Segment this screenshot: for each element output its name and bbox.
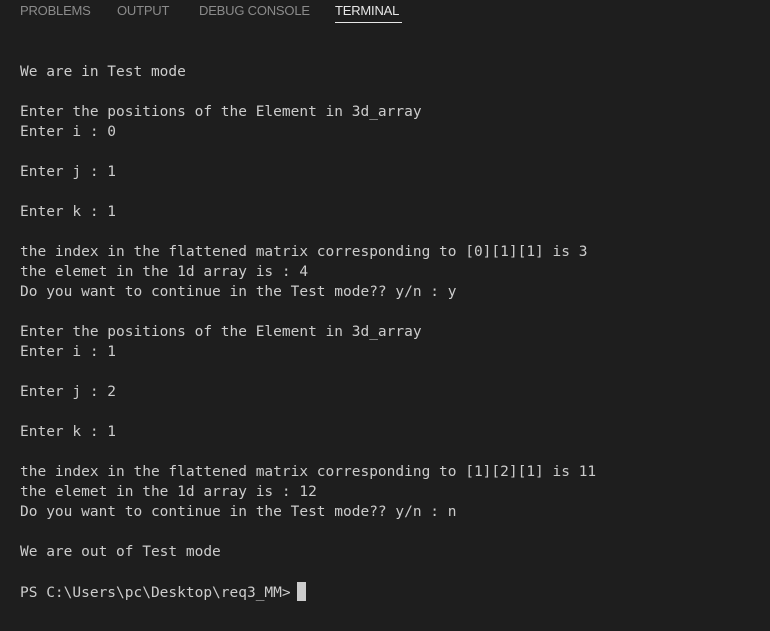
terminal-line: Enter the positions of the Element in 3d… [20,104,422,120]
panel-tab-bar: PROBLEMS OUTPUT DEBUG CONSOLE TERMINAL [0,0,770,30]
terminal-output[interactable]: We are in Test mode Enter the positions … [20,62,760,602]
terminal-line: Enter k : 1 [20,204,117,220]
tab-problems[interactable]: PROBLEMS [20,3,91,18]
terminal-line: We are in Test mode [20,64,186,80]
terminal-line: Do you want to continue in the Test mode… [20,284,457,300]
terminal-line: Enter i : 0 [20,124,117,140]
terminal-line: Enter the positions of the Element in 3d… [20,324,422,340]
terminal-line: Enter i : 1 [20,344,117,360]
terminal-line: Enter k : 1 [20,424,117,440]
terminal-line: the elemet in the 1d array is : 12 [20,484,317,500]
terminal-line: Do you want to continue in the Test mode… [20,504,457,520]
terminal-line: We are out of Test mode [20,544,221,560]
terminal-line: the index in the flattened matrix corres… [20,244,588,260]
terminal-cursor [296,582,306,601]
tab-debug-console[interactable]: DEBUG CONSOLE [199,3,310,18]
terminal-line: Enter j : 2 [20,384,117,400]
terminal-panel: PROBLEMS OUTPUT DEBUG CONSOLE TERMINAL W… [0,0,770,631]
tab-output[interactable]: OUTPUT [117,3,169,18]
terminal-line: the index in the flattened matrix corres… [20,464,597,480]
terminal-prompt-line[interactable]: PS C:\Users\pc\Desktop\req3_MM> [20,582,760,602]
active-tab-indicator [335,22,402,23]
terminal-prompt: PS C:\Users\pc\Desktop\req3_MM> [20,585,291,601]
terminal-line: Enter j : 1 [20,164,117,180]
terminal-line: the elemet in the 1d array is : 4 [20,264,309,280]
tab-terminal[interactable]: TERMINAL [335,3,399,18]
